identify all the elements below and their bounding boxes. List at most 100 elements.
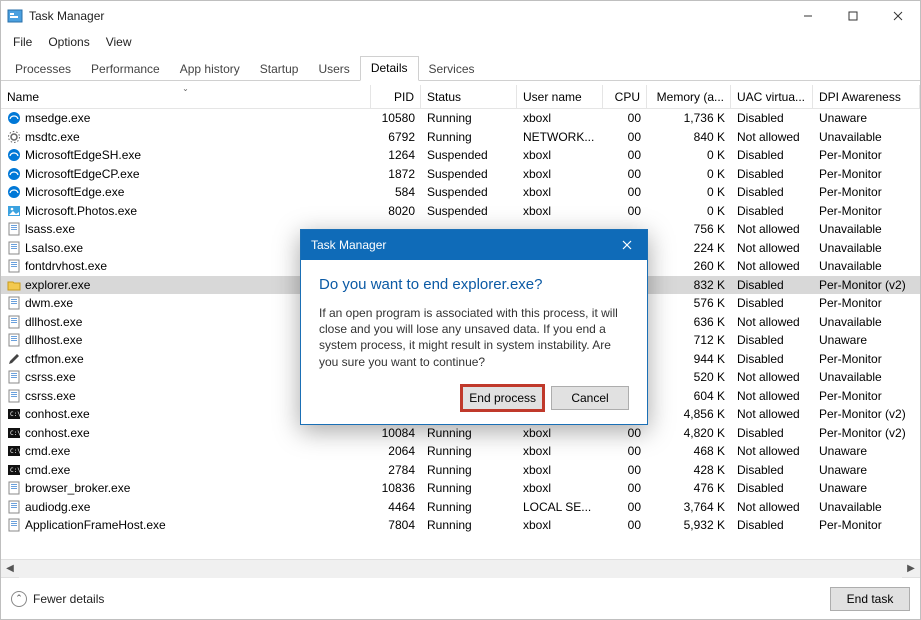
titlebar[interactable]: Task Manager	[1, 1, 920, 31]
process-row[interactable]: MicrosoftEdgeSH.exe1264Suspendedxboxl000…	[1, 146, 920, 165]
cell-uac: Not allowed	[731, 222, 813, 236]
fewer-details-button[interactable]: ⌃ Fewer details	[11, 591, 104, 607]
cell-dpi: Unavailable	[813, 130, 920, 144]
process-row[interactable]: C:\conhost.exe10084Runningxboxl004,820 K…	[1, 424, 920, 443]
col-mem[interactable]: Memory (a...	[647, 85, 731, 108]
process-row[interactable]: MicrosoftEdge.exe584Suspendedxboxl000 KD…	[1, 183, 920, 202]
col-cpu[interactable]: CPU	[603, 85, 647, 108]
col-user[interactable]: User name	[517, 85, 603, 108]
process-row[interactable]: ApplicationFrameHost.exe7804Runningxboxl…	[1, 516, 920, 535]
cell-status: Running	[421, 111, 517, 125]
cell-dpi: Unavailable	[813, 315, 920, 329]
cell-status: Running	[421, 481, 517, 495]
cell-uac: Not allowed	[731, 444, 813, 458]
col-pid[interactable]: PID	[371, 85, 421, 108]
process-row[interactable]: C:\cmd.exe2064Runningxboxl00468 KNot all…	[1, 442, 920, 461]
cell-status: Running	[421, 426, 517, 440]
end-process-button[interactable]: End process	[462, 386, 543, 410]
tab-startup[interactable]: Startup	[250, 58, 309, 81]
horizontal-scrollbar[interactable]: ◀ ▶	[1, 559, 920, 577]
cell-mem: 604 K	[647, 389, 731, 403]
dialog-close-button[interactable]	[607, 230, 647, 260]
cell-mem: 4,856 K	[647, 407, 731, 421]
cell-uac: Disabled	[731, 518, 813, 532]
process-name: MicrosoftEdgeSH.exe	[25, 148, 141, 162]
process-row[interactable]: browser_broker.exe10836Runningxboxl00476…	[1, 479, 920, 498]
dialog-title: Task Manager	[311, 238, 386, 252]
scroll-right-arrow-icon[interactable]: ▶	[902, 560, 920, 578]
cell-dpi: Unavailable	[813, 222, 920, 236]
minimize-button[interactable]	[785, 1, 830, 31]
cell-dpi: Per-Monitor	[813, 185, 920, 199]
end-task-button[interactable]: End task	[830, 587, 910, 611]
menu-view[interactable]: View	[98, 33, 140, 51]
process-name: dllhost.exe	[25, 333, 82, 347]
footer: ⌃ Fewer details End task	[1, 577, 920, 619]
tab-app-history[interactable]: App history	[170, 58, 250, 81]
process-row[interactable]: msedge.exe10580Runningxboxl001,736 KDisa…	[1, 109, 920, 128]
cell-cpu: 00	[603, 463, 647, 477]
cell-mem: 520 K	[647, 370, 731, 384]
cell-dpi: Per-Monitor (v2)	[813, 278, 920, 292]
process-row[interactable]: C:\cmd.exe2784Runningxboxl00428 KDisable…	[1, 461, 920, 480]
cell-status: Suspended	[421, 185, 517, 199]
col-status[interactable]: Status	[421, 85, 517, 108]
tab-services[interactable]: Services	[419, 58, 485, 81]
cell-mem: 0 K	[647, 167, 731, 181]
col-dpi[interactable]: DPI Awareness	[813, 85, 920, 108]
cell-mem: 712 K	[647, 333, 731, 347]
col-mem-label: Memory (a...	[657, 90, 724, 104]
cell-mem: 3,764 K	[647, 500, 731, 514]
maximize-button[interactable]	[830, 1, 875, 31]
tab-users[interactable]: Users	[308, 58, 359, 81]
process-icon: C:\	[7, 463, 21, 477]
cell-user: xboxl	[517, 111, 603, 125]
cell-cpu: 00	[603, 518, 647, 532]
cell-pid: 8020	[371, 204, 421, 218]
tab-performance[interactable]: Performance	[81, 58, 170, 81]
process-row[interactable]: Microsoft.Photos.exe8020Suspendedxboxl00…	[1, 202, 920, 221]
process-icon	[7, 370, 21, 384]
grid-header: Name⌄ PID Status User name CPU Memory (a…	[1, 85, 920, 109]
cell-uac: Disabled	[731, 426, 813, 440]
dialog-titlebar[interactable]: Task Manager	[301, 230, 647, 260]
close-button[interactable]	[875, 1, 920, 31]
process-icon: C:\	[7, 444, 21, 458]
process-name: cmd.exe	[25, 463, 70, 477]
cancel-button[interactable]: Cancel	[551, 386, 629, 410]
menu-file[interactable]: File	[5, 33, 40, 51]
process-name: conhost.exe	[25, 407, 90, 421]
cell-mem: 4,820 K	[647, 426, 731, 440]
cell-pid: 1872	[371, 167, 421, 181]
confirm-dialog: Task Manager Do you want to end explorer…	[300, 229, 648, 425]
tab-details[interactable]: Details	[360, 56, 419, 81]
scroll-track[interactable]	[19, 560, 902, 578]
process-name: lsass.exe	[25, 222, 75, 236]
cell-mem: 476 K	[647, 481, 731, 495]
process-name: msdtc.exe	[25, 130, 80, 144]
process-name: browser_broker.exe	[25, 481, 130, 495]
cell-pid: 2064	[371, 444, 421, 458]
cell-mem: 0 K	[647, 204, 731, 218]
col-uac[interactable]: UAC virtua...	[731, 85, 813, 108]
col-name[interactable]: Name⌄	[1, 85, 371, 108]
process-row[interactable]: audiodg.exe4464RunningLOCAL SE...003,764…	[1, 498, 920, 517]
cell-dpi: Per-Monitor	[813, 389, 920, 403]
dialog-main-text: Do you want to end explorer.exe?	[319, 276, 629, 293]
cell-mem: 576 K	[647, 296, 731, 310]
process-row[interactable]: msdtc.exe6792RunningNETWORK...00840 KNot…	[1, 128, 920, 147]
chevron-up-icon: ⌃	[11, 591, 27, 607]
cell-cpu: 00	[603, 444, 647, 458]
col-uac-label: UAC virtua...	[737, 90, 805, 104]
process-row[interactable]: MicrosoftEdgeCP.exe1872Suspendedxboxl000…	[1, 165, 920, 184]
scroll-left-arrow-icon[interactable]: ◀	[1, 560, 19, 578]
cell-uac: Not allowed	[731, 389, 813, 403]
tab-processes[interactable]: Processes	[5, 58, 81, 81]
process-icon	[7, 352, 21, 366]
menu-options[interactable]: Options	[40, 33, 97, 51]
cell-dpi: Unavailable	[813, 370, 920, 384]
cell-mem: 260 K	[647, 259, 731, 273]
cell-dpi: Unaware	[813, 481, 920, 495]
cell-dpi: Unaware	[813, 111, 920, 125]
process-icon	[7, 259, 21, 273]
